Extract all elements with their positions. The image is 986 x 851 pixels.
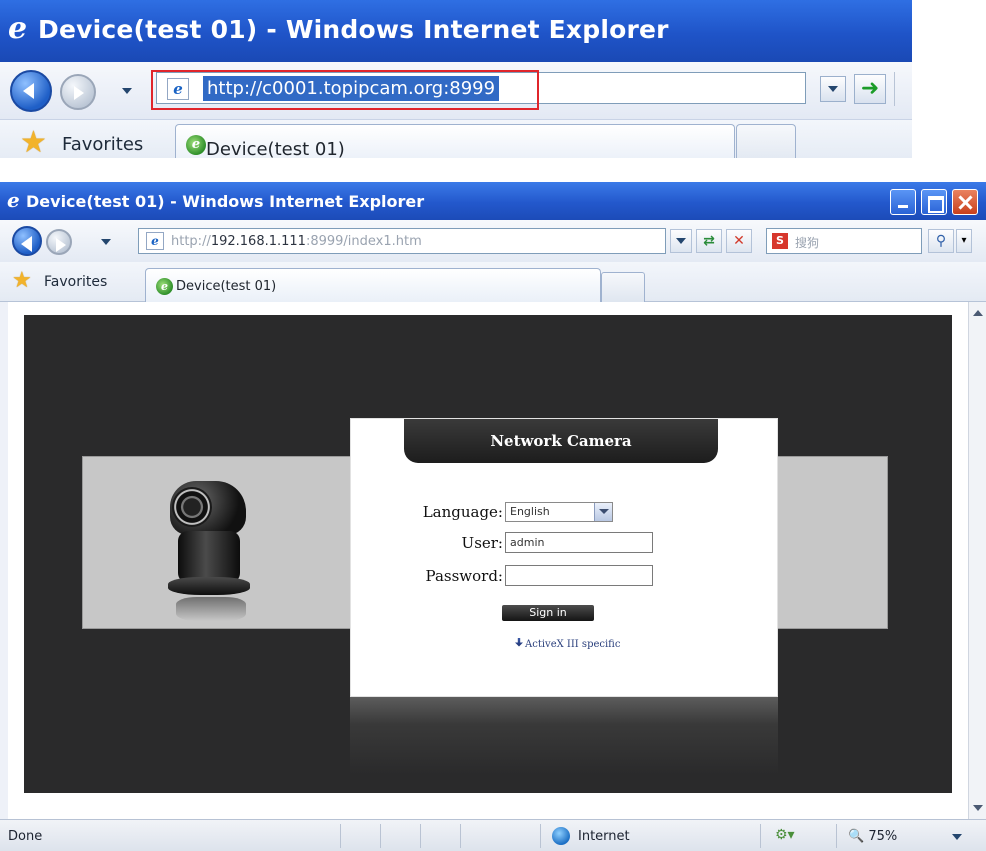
nav-bar: e http://192.168.1.111:8999/index1.htm ⇄… [0,220,986,262]
login-header: Network Camera [404,419,718,463]
forward-button[interactable] [46,229,72,255]
tab-title: Device(test 01) [206,139,345,158]
user-field[interactable]: admin [505,532,653,553]
camera-base [168,577,250,595]
url-suffix: :8999/index1.htm [305,234,422,249]
ie-logo-icon: e [7,188,20,212]
download-icon [515,638,523,647]
search-input[interactable]: S 搜狗 [766,228,922,254]
search-options-button[interactable]: ▾ [956,229,972,253]
zoom-icon: 🔍 [848,829,865,844]
chevron-down-icon [828,86,838,92]
camera-head [170,481,246,535]
maximize-button[interactable] [921,189,947,215]
zoom-value: 75% [868,829,898,844]
favorites-star-icon[interactable]: ★ [20,128,47,158]
ie-logo-icon: e [8,11,28,46]
recent-pages-dropdown-icon[interactable] [101,239,111,245]
address-dropdown-button[interactable] [820,76,846,102]
favorites-star-icon[interactable]: ★ [12,270,32,292]
snippet-favorites-bar: ★ Favorites e Device(test 01) [0,120,912,158]
activex-link-text: ActiveX III specific [525,639,621,650]
status-divider [836,824,837,848]
refresh-button[interactable]: ⇄ [696,229,722,253]
login-panel: Network Camera Language: English User: a… [350,418,778,697]
favorites-label[interactable]: Favorites [44,274,107,290]
favorites-bar: ★ Favorites e Device(test 01) [0,262,986,302]
camera-body [178,531,240,583]
snippet-title-bar: e Device(test 01) - Windows Internet Exp… [0,0,912,62]
protected-mode-icon[interactable]: ⚙▾ [775,827,797,845]
page-viewport: Network Camera Language: English User: a… [8,302,968,819]
camera-reflection [176,597,246,621]
chevron-down-icon [676,238,686,244]
toolbar-separator [894,72,912,106]
user-label: User: [461,534,503,552]
back-button[interactable] [10,70,52,112]
status-text: Done [8,829,43,844]
scroll-down-icon[interactable] [973,805,983,811]
new-tab-button[interactable] [601,272,645,302]
tab-page-icon: e [156,278,173,295]
language-value: English [510,505,550,518]
language-select[interactable]: English [505,502,613,522]
favorites-label[interactable]: Favorites [62,134,143,155]
search-placeholder: 搜狗 [795,236,820,250]
window-title-bar: e Device(test 01) - Windows Internet Exp… [0,182,986,220]
recent-pages-dropdown-icon[interactable] [122,88,132,94]
login-stage: Network Camera Language: English User: a… [24,315,952,793]
tab-device[interactable]: e Device(test 01) [145,268,601,302]
ip-camera-image [158,481,258,621]
panel-reflection [350,697,778,775]
url-host: 192.168.1.111 [210,234,306,249]
sign-in-button[interactable]: Sign in [502,605,594,621]
status-divider [340,824,341,848]
scroll-up-icon[interactable] [973,310,983,316]
tab-title: Device(test 01) [176,279,277,294]
address-dropdown-button[interactable] [670,229,692,253]
internet-zone-icon [552,827,570,845]
stop-button[interactable]: ✕ [726,229,752,253]
security-zone[interactable]: Internet [578,829,630,844]
address-url[interactable]: http://192.168.1.111:8999/index1.htm [171,234,422,249]
close-button[interactable] [952,189,978,215]
address-bar-snippet: e Device(test 01) - Windows Internet Exp… [0,0,912,158]
window-title: Device(test 01) - Windows Internet Explo… [26,192,425,211]
status-divider [760,824,761,848]
chevron-down-icon[interactable] [594,503,612,521]
page-icon: e [146,232,164,250]
address-highlight-box [151,70,539,110]
status-divider [420,824,421,848]
browser-window: e Device(test 01) - Windows Internet Exp… [0,182,986,851]
snippet-window-title: Device(test 01) - Windows Internet Explo… [38,15,669,44]
activex-link[interactable]: ActiveX III specific [515,638,620,650]
minimize-button[interactable] [890,189,916,215]
forward-button[interactable] [60,74,96,110]
tab-device[interactable]: e Device(test 01) [175,124,735,158]
search-button[interactable]: ⚲ [928,229,954,253]
go-button[interactable]: ➜ [854,74,886,104]
url-prefix: http:// [171,234,211,249]
search-provider-icon: S [772,233,788,249]
password-label: Password: [425,567,503,585]
status-bar: Done Internet ⚙▾ 🔍 75% [0,819,986,851]
new-tab-button[interactable] [736,124,796,158]
back-button[interactable] [12,226,42,256]
camera-lens [172,487,212,527]
tab-page-icon: e [186,135,206,155]
zoom-dropdown-icon[interactable] [952,834,962,840]
password-field[interactable] [505,565,653,586]
address-field[interactable]: e http://192.168.1.111:8999/index1.htm [138,228,666,254]
vertical-scrollbar[interactable] [968,302,986,819]
language-label: Language: [422,503,503,521]
zoom-level[interactable]: 🔍 75% [848,829,897,844]
status-divider [540,824,541,848]
status-divider [460,824,461,848]
status-divider [380,824,381,848]
